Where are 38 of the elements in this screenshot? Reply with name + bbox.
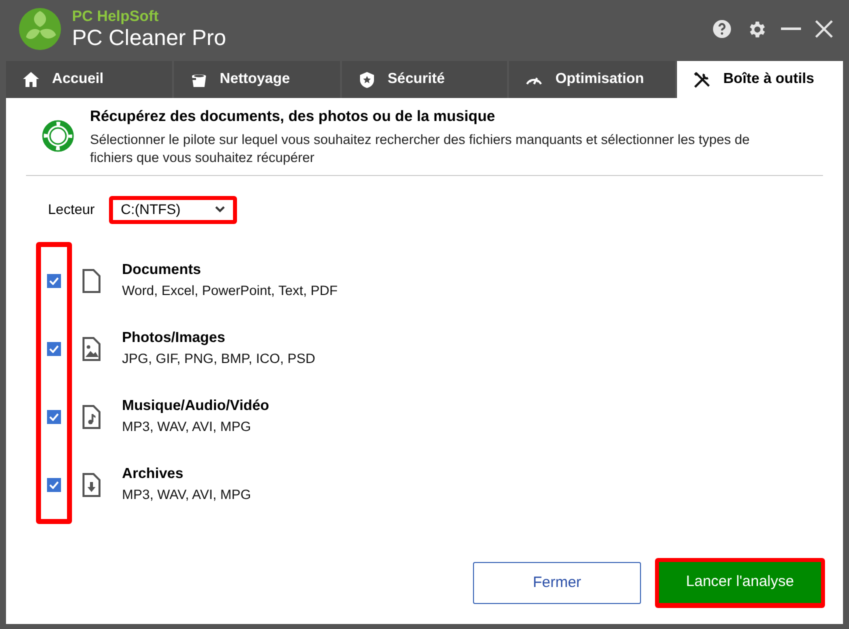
home-icon	[22, 70, 40, 88]
checkbox[interactable]	[47, 342, 61, 356]
checkbox[interactable]	[47, 274, 61, 288]
app-title: PC Cleaner Pro	[72, 27, 226, 49]
image-file-icon	[80, 336, 102, 362]
section-description: Sélectionner le pilote sur lequel vous souhaitez rechercher des fichiers manquants et sélectionner les types de fichiers que vous souhaitez récupérer	[90, 130, 751, 166]
file-type-name: Photos/Images	[122, 328, 226, 348]
logo-icon	[18, 7, 62, 51]
file-type-name: Archives	[122, 464, 184, 484]
file-type-formats: Word, Excel, PowerPoint, Text, PDF	[122, 282, 338, 300]
tab[interactable]: Boîte à outils	[677, 61, 843, 98]
shield-icon	[358, 70, 376, 88]
file-type-name: Documents	[122, 260, 202, 280]
tools-icon	[693, 70, 712, 88]
file-type-formats: MP3, WAV, AVI, MPG	[122, 418, 252, 436]
close-icon[interactable]	[815, 20, 833, 38]
tab[interactable]: Nettoyage	[174, 61, 340, 98]
chevron-icon	[214, 206, 225, 213]
section-title: Récupérez des documents, des photos ou de la musique	[90, 107, 496, 127]
minimize-icon[interactable]	[781, 27, 801, 31]
help-icon[interactable]	[712, 19, 732, 39]
close-button[interactable]: Fermer	[473, 562, 641, 604]
file-type-formats: MP3, WAV, AVI, MPG	[122, 486, 252, 504]
file-type-formats: JPG, GIF, PNG, BMP, ICO, PSD	[122, 350, 316, 368]
file-type-name: Musique/Audio/Vidéo	[122, 396, 270, 416]
tab[interactable]: Sécurité	[342, 61, 508, 98]
drive-label: Lecteur	[48, 200, 95, 219]
brand-name: PC HelpSoft	[72, 9, 160, 24]
start-scan-button[interactable]: Lancer l'analyse	[659, 562, 821, 603]
lifebuoy-icon	[42, 120, 74, 152]
drive-dropdown[interactable]: C:(NTFS)	[112, 200, 233, 220]
music-file-icon	[80, 404, 102, 430]
checkbox[interactable]	[47, 410, 61, 424]
download-file-icon	[80, 472, 102, 498]
tab[interactable]: Optimisation	[509, 61, 676, 98]
document-icon	[80, 268, 102, 294]
checkbox[interactable]	[47, 478, 61, 492]
tab[interactable]: Accueil	[6, 61, 172, 98]
